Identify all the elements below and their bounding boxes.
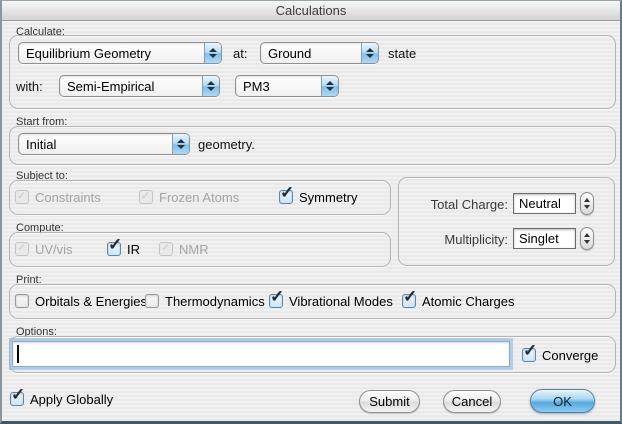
checkbox-icon [269,294,283,308]
checkbox-icon [15,242,29,256]
orbitals-energies-checkbox[interactable]: Orbitals & Energies [15,293,147,309]
total-charge-label: Total Charge: [410,197,508,212]
checkbox-icon [15,294,29,308]
state-suffix-label: state [388,46,416,61]
calculate-task-value: Equilibrium Geometry [19,43,204,63]
basis-popup[interactable]: PM3 [235,75,339,97]
multiplicity-stepper[interactable] [580,227,594,250]
method-popup[interactable]: Semi-Empirical [59,75,220,97]
start-from-popup-value: Initial [19,134,172,154]
checkbox-icon [10,392,24,406]
checkbox-icon [145,294,159,308]
uvvis-checkbox[interactable]: UV/vis [15,241,73,257]
basis-popup-value: PM3 [236,76,321,96]
stepper-arrows-icon [172,134,189,154]
converge-checkbox[interactable]: Converge [522,347,598,363]
calculations-dialog: Calculations Calculate: Equilibrium Geom… [0,0,622,424]
method-popup-value: Semi-Empirical [60,76,202,96]
thermodynamics-checkbox-label: Thermodynamics [165,294,265,309]
symmetry-checkbox[interactable]: Symmetry [279,189,358,205]
title-bar[interactable]: Calculations [2,1,620,21]
converge-checkbox-label: Converge [542,348,598,363]
frozen-atoms-checkbox-label: Frozen Atoms [159,190,239,205]
multiplicity-field[interactable]: Singlet [513,228,576,249]
vibrational-modes-checkbox-label: Vibrational Modes [289,294,393,309]
geometry-suffix-label: geometry. [198,137,255,152]
atomic-charges-checkbox-label: Atomic Charges [422,294,514,309]
start-from-popup[interactable]: Initial [18,133,190,155]
stepper-arrows-icon [202,76,219,96]
options-input[interactable] [12,341,510,367]
stepper-arrows-icon [204,43,221,63]
total-charge-stepper[interactable] [580,192,594,215]
ir-checkbox[interactable]: IR [107,241,140,257]
symmetry-checkbox-label: Symmetry [299,190,358,205]
total-charge-field[interactable]: Neutral [513,193,576,214]
checkbox-icon [402,294,416,308]
multiplicity-value: Singlet [519,231,559,246]
thermodynamics-checkbox[interactable]: Thermodynamics [145,293,265,309]
at-label: at: [233,46,247,61]
uvvis-checkbox-label: UV/vis [35,242,73,257]
apply-globally-checkbox[interactable]: Apply Globally [10,391,113,407]
stepper-arrows-icon [361,43,378,63]
constraints-checkbox[interactable]: Constraints [15,189,101,205]
apply-globally-checkbox-label: Apply Globally [30,392,113,407]
state-popup-value: Ground [261,43,361,63]
checkbox-icon [15,190,29,204]
text-caret [17,345,19,363]
calculate-task-popup[interactable]: Equilibrium Geometry [18,42,222,64]
checkbox-icon [522,348,536,362]
checkbox-icon [159,242,173,256]
frozen-atoms-checkbox[interactable]: Frozen Atoms [139,189,239,205]
nmr-checkbox-label: NMR [179,242,209,257]
ok-button[interactable]: OK [530,389,595,413]
multiplicity-label: Multiplicity: [410,232,508,247]
stepper-arrows-icon [321,76,338,96]
total-charge-value: Neutral [519,196,561,211]
constraints-checkbox-label: Constraints [35,190,101,205]
cancel-button[interactable]: Cancel [443,390,501,413]
charge-groupbox [398,177,615,266]
nmr-checkbox[interactable]: NMR [159,241,209,257]
checkbox-icon [139,190,153,204]
atomic-charges-checkbox[interactable]: Atomic Charges [402,293,514,309]
submit-button[interactable]: Submit [359,390,420,413]
checkbox-icon [107,242,121,256]
vibrational-modes-checkbox[interactable]: Vibrational Modes [269,293,393,309]
dialog-title: Calculations [276,3,347,18]
state-popup[interactable]: Ground [260,42,379,64]
with-label: with: [16,79,43,94]
ir-checkbox-label: IR [127,242,140,257]
checkbox-icon [279,190,293,204]
orbitals-energies-checkbox-label: Orbitals & Energies [35,294,147,309]
